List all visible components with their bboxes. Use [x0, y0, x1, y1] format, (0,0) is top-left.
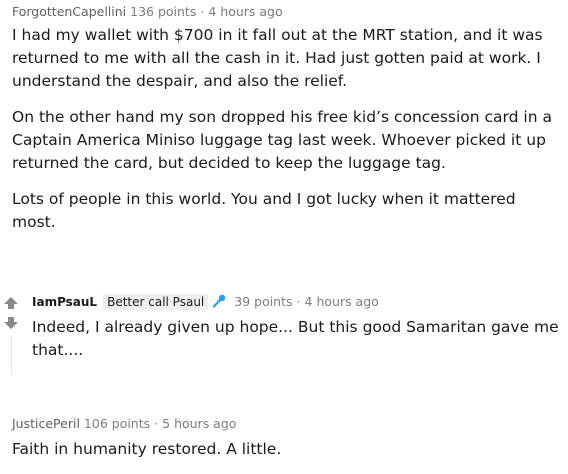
comment-body: Indeed, I already given up hope... But t…	[32, 316, 562, 362]
upvote-arrow-icon[interactable]	[4, 297, 18, 309]
comment-paragraph: I had my wallet with $700 in it fall out…	[12, 26, 543, 90]
comment-points: 106 points	[83, 416, 151, 431]
meta-separator: ·	[200, 4, 205, 19]
comment-points: 39 points	[234, 294, 293, 309]
comment-author[interactable]: IamPsauL	[32, 295, 97, 309]
comment-time[interactable]: 5 hours ago	[162, 416, 236, 431]
comment-meta: IamPsauL Better call Psaul 39 points · 4 ho…	[32, 294, 562, 310]
comment-meta: JusticePeril 106 points · 5 hours ago	[12, 416, 560, 432]
comment-body: Faith in humanity restored. A little.	[12, 438, 560, 461]
comment-author[interactable]: JusticePeril	[12, 416, 80, 431]
thread-line[interactable]	[11, 336, 12, 374]
comment-justiceperil: JusticePeril 106 points · 5 hours ago Fait…	[12, 416, 560, 474]
comment-points: 136 points	[130, 4, 197, 19]
reply-content: IamPsauL Better call Psaul 39 points · 4 ho…	[32, 294, 562, 375]
downvote-arrow-icon[interactable]	[4, 317, 18, 329]
comment-paragraph: Indeed, I already given up hope... But t…	[32, 318, 559, 359]
user-flair: Better call Psaul	[103, 294, 209, 310]
comment-paragraph: On the other hand my son dropped his fre…	[12, 108, 552, 172]
comment-time[interactable]: 4 hours ago	[305, 294, 379, 309]
comment-time[interactable]: 4 hours ago	[208, 4, 282, 19]
comment-paragraph: Faith in humanity restored. A little.	[12, 440, 282, 458]
comment-paragraph: Lots of people in this world. You and I …	[12, 190, 516, 231]
comment-author[interactable]: ForgottenCapellini	[12, 4, 126, 19]
comment-forgottencapellini: ForgottenCapellini 136 points · 4 hours ag…	[12, 4, 560, 247]
microphone-icon	[213, 294, 226, 308]
meta-separator: ·	[296, 294, 301, 309]
comment-meta: ForgottenCapellini 136 points · 4 hours ag…	[12, 4, 560, 20]
comment-body: I had my wallet with $700 in it fall out…	[12, 24, 560, 234]
meta-separator: ·	[154, 416, 159, 431]
